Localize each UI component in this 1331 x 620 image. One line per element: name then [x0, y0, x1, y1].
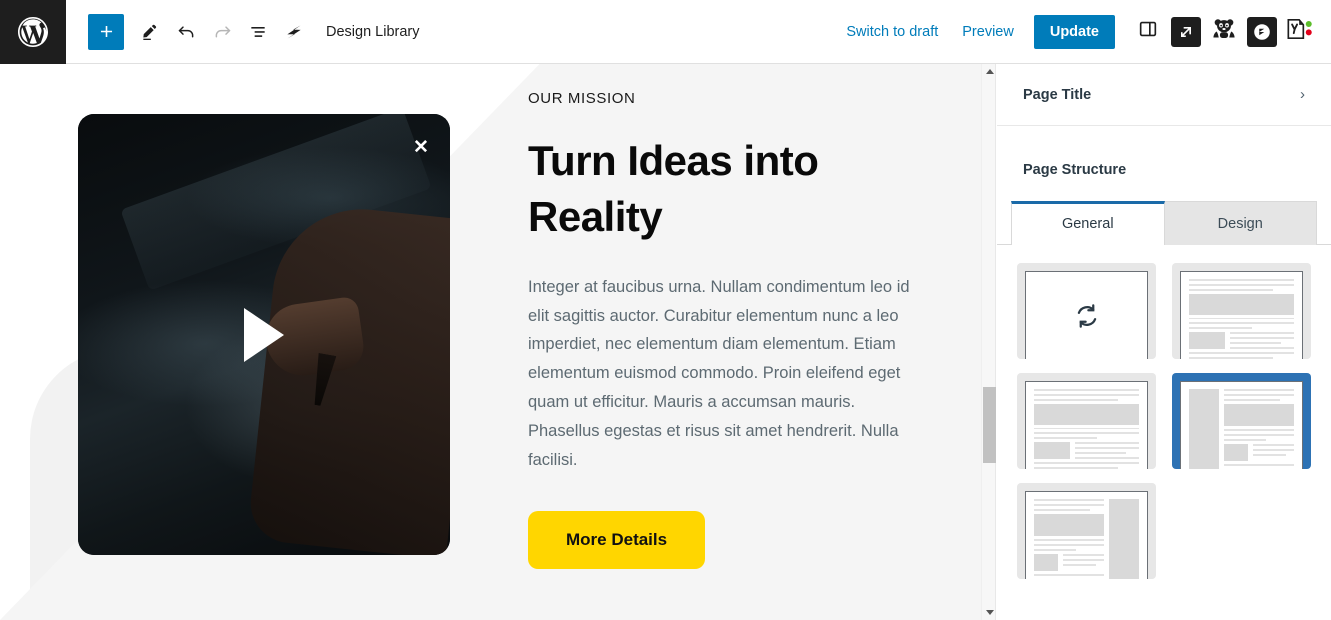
yoast-seo-button[interactable]: [1281, 13, 1319, 51]
play-triangle-icon[interactable]: [244, 307, 284, 362]
sidebar-block-shape: [1109, 499, 1139, 579]
update-button[interactable]: Update: [1033, 14, 1115, 49]
settings-sidebar: Page Title › Page Structure General Desi…: [997, 64, 1331, 620]
circle-e-icon: [1247, 16, 1277, 47]
settings-sidebar-toggle[interactable]: [1129, 13, 1167, 51]
layout-thumbnail: [1180, 381, 1303, 469]
refresh-icon: [1025, 271, 1148, 359]
layout-option-reset[interactable]: [1017, 263, 1156, 359]
tab-general[interactable]: General: [1011, 201, 1165, 245]
page-structure-tabs: General Design: [997, 200, 1331, 245]
panda-mascot-icon: [1211, 16, 1237, 47]
editor-canvas: ✕ OUR MISSION Turn Ideas into Reality In…: [0, 64, 981, 620]
add-block-button[interactable]: [88, 13, 124, 50]
switch-to-draft-button[interactable]: Switch to draft: [834, 18, 950, 46]
scroll-up-arrow[interactable]: [982, 64, 997, 79]
toolbar-left-group: Design Library: [66, 13, 420, 50]
pencil-icon: [140, 22, 160, 42]
tab-design[interactable]: Design: [1164, 201, 1317, 245]
panel-page-structure-label: Page Structure: [1023, 162, 1127, 178]
layout-option-wide[interactable]: [1017, 373, 1156, 469]
wordpress-logo-button[interactable]: [0, 0, 66, 64]
pencil-tool-button[interactable]: [132, 14, 168, 50]
sidebar-panel-icon: [1137, 18, 1159, 45]
sidebar-block-shape: [1189, 389, 1219, 469]
design-library-label[interactable]: Design Library: [326, 24, 420, 40]
layout-option-right-sidebar[interactable]: [1017, 483, 1156, 579]
layout-option-centered[interactable]: [1172, 263, 1311, 359]
chevron-right-icon: ›: [1300, 86, 1305, 103]
panel-page-title[interactable]: Page Title ›: [997, 64, 1331, 126]
hand-shape: [246, 200, 450, 555]
list-view-button[interactable]: [240, 14, 276, 50]
more-details-button[interactable]: More Details: [528, 510, 706, 569]
canvas-scrollbar[interactable]: [981, 64, 996, 620]
list-view-icon: [248, 22, 268, 42]
close-icon[interactable]: ✕: [410, 136, 432, 158]
layout-options-grid: [997, 245, 1331, 579]
toolbar-right-group: Switch to draft Preview Update: [834, 13, 1331, 51]
editor-top-bar: Design Library Switch to draft Preview U…: [0, 0, 1331, 64]
yoast-seo-icon: [1285, 16, 1315, 47]
preview-button[interactable]: Preview: [950, 18, 1026, 46]
stackable-s-icon: [284, 22, 304, 42]
arrow-out-square-icon: [1171, 16, 1201, 47]
page-heading[interactable]: Turn Ideas into Reality: [528, 133, 918, 245]
layout-thumbnail: [1025, 381, 1148, 469]
layout-thumbnail: [1025, 491, 1148, 579]
body-paragraph[interactable]: Integer at faucibus urna. Nullam condime…: [528, 273, 918, 475]
plugin-editor-button[interactable]: [1243, 13, 1281, 51]
plugin-arrow-button[interactable]: [1167, 13, 1205, 51]
panel-page-title-label: Page Title: [1023, 86, 1092, 103]
scroll-down-arrow[interactable]: [982, 605, 997, 620]
undo-button[interactable]: [168, 14, 204, 50]
mission-content-column: OUR MISSION Turn Ideas into Reality Inte…: [528, 90, 918, 569]
redo-arrow-icon: [212, 21, 233, 42]
scrollbar-thumb[interactable]: [983, 387, 996, 463]
layout-thumbnail: [1180, 271, 1303, 359]
eyebrow-text: OUR MISSION: [528, 90, 636, 107]
video-embed-block[interactable]: ✕: [78, 114, 450, 555]
plugin-panda-button[interactable]: [1205, 13, 1243, 51]
design-library-icon-button[interactable]: [276, 14, 312, 50]
redo-button[interactable]: [204, 14, 240, 50]
undo-arrow-icon: [176, 21, 197, 42]
wordpress-logo-icon: [15, 14, 51, 50]
layout-option-left-sidebar[interactable]: [1172, 373, 1311, 469]
